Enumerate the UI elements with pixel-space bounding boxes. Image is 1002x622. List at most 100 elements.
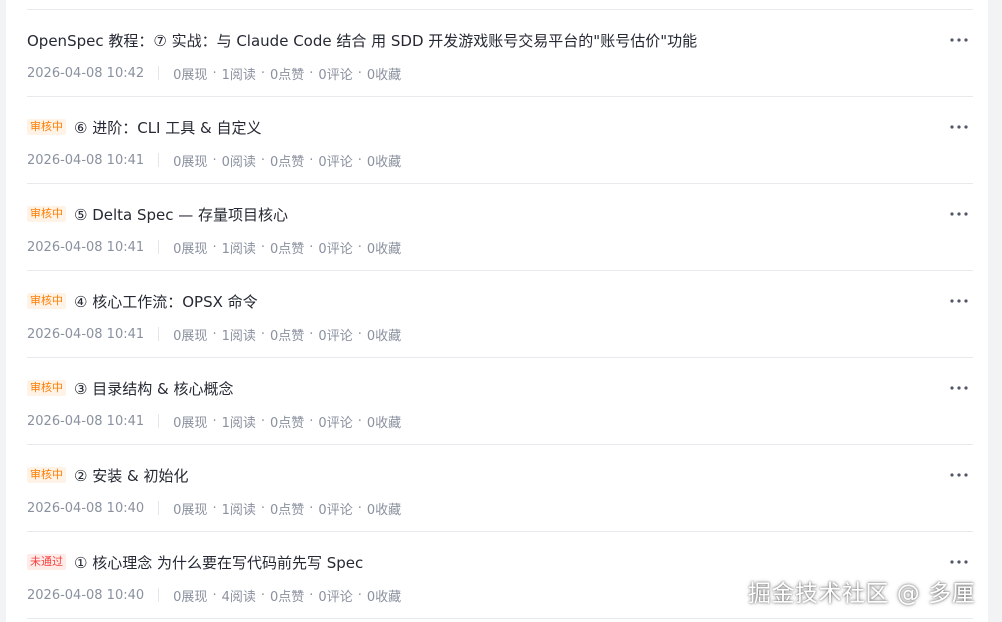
meta-dot: ·: [309, 500, 314, 516]
meta-dot: ·: [260, 239, 265, 255]
comment-count: 0评论: [318, 328, 353, 344]
meta-dot: ·: [357, 239, 362, 255]
status-badge: 审核中: [27, 467, 66, 483]
article-title-row: 审核中 ② 安装 & 初始化: [27, 463, 188, 487]
meta-dot: ·: [212, 239, 217, 255]
meta-dot: ·: [212, 413, 217, 429]
meta-divider: [158, 414, 160, 428]
article-title[interactable]: OpenSpec 教程：⑦ 实战：与 Claude Code 结合 用 SDD …: [27, 30, 697, 51]
read-count: 1阅读: [221, 67, 256, 83]
publish-date: 2026-04-08 10:40: [27, 500, 145, 516]
comment-count: 0评论: [318, 241, 353, 257]
article-title[interactable]: ⑥ 进阶：CLI 工具 & 自定义: [74, 117, 261, 138]
article-title[interactable]: ④ 核心工作流：OPSX 命令: [74, 291, 258, 312]
comment-count: 0评论: [318, 415, 353, 431]
meta-divider: [158, 66, 160, 80]
publish-date: 2026-04-08 10:40: [27, 587, 145, 603]
comment-count: 0评论: [318, 154, 353, 170]
meta-dot: ·: [357, 500, 362, 516]
read-count: 0阅读: [221, 154, 256, 170]
article-item: 审核中 ⑤ Delta Spec — 存量项目核心 2026-04-08 10:…: [27, 184, 973, 271]
favorite-count: 0收藏: [366, 415, 402, 431]
meta-divider: [158, 327, 160, 341]
view-count: 0展现: [173, 589, 208, 605]
article-title[interactable]: ① 核心理念 为什么要在写代码前先写 Spec: [74, 552, 363, 573]
meta-dot: ·: [260, 65, 265, 81]
status-badge: 未通过: [27, 554, 66, 570]
meta-divider: [158, 153, 160, 167]
article-meta: 2026-04-08 10:41 0展现 · 1阅读 · 0点赞 · 0评论 ·…: [27, 412, 402, 431]
article-item: 审核中 ② 安装 & 初始化 2026-04-08 10:40 0展现 · 1阅…: [27, 445, 973, 532]
article-title-row: OpenSpec 教程：⑦ 实战：与 Claude Code 结合 用 SDD …: [27, 28, 697, 52]
more-horizontal-icon[interactable]: [947, 550, 971, 574]
comment-count: 0评论: [318, 502, 353, 518]
like-count: 0点赞: [270, 589, 305, 605]
read-count: 4阅读: [221, 589, 256, 605]
article-item: 审核中 ⑥ 进阶：CLI 工具 & 自定义 2026-04-08 10:41 0…: [27, 97, 973, 184]
article-item: 审核中 ③ 目录结构 & 核心概念 2026-04-08 10:41 0展现 ·…: [27, 358, 973, 445]
view-count: 0展现: [173, 241, 208, 257]
meta-dot: ·: [260, 587, 265, 603]
more-horizontal-icon[interactable]: [947, 463, 971, 487]
article-title-row: 审核中 ⑥ 进阶：CLI 工具 & 自定义: [27, 115, 261, 139]
publish-date: 2026-04-08 10:41: [27, 152, 145, 168]
status-badge: 审核中: [27, 206, 66, 222]
article-meta: 2026-04-08 10:41 0展现 · 1阅读 · 0点赞 · 0评论 ·…: [27, 325, 402, 344]
status-badge: 审核中: [27, 293, 66, 309]
meta-dot: ·: [309, 413, 314, 429]
meta-dot: ·: [260, 326, 265, 342]
read-count: 1阅读: [221, 328, 256, 344]
like-count: 0点赞: [270, 241, 305, 257]
view-count: 0展现: [173, 415, 208, 431]
favorite-count: 0收藏: [366, 328, 402, 344]
comment-count: 0评论: [318, 67, 353, 83]
article-list: OpenSpec 教程：⑦ 实战：与 Claude Code 结合 用 SDD …: [27, 9, 973, 619]
article-title-row: 审核中 ④ 核心工作流：OPSX 命令: [27, 289, 258, 313]
meta-dot: ·: [357, 587, 362, 603]
read-count: 1阅读: [221, 241, 256, 257]
article-title[interactable]: ② 安装 & 初始化: [74, 465, 188, 486]
meta-dot: ·: [212, 500, 217, 516]
article-meta: 2026-04-08 10:42 0展现 · 1阅读 · 0点赞 · 0评论 ·…: [27, 64, 402, 83]
article-list-panel: OpenSpec 教程：⑦ 实战：与 Claude Code 结合 用 SDD …: [6, 0, 988, 622]
read-count: 1阅读: [221, 502, 256, 518]
meta-dot: ·: [357, 326, 362, 342]
publish-date: 2026-04-08 10:41: [27, 326, 145, 342]
meta-dot: ·: [260, 500, 265, 516]
meta-dot: ·: [357, 413, 362, 429]
more-horizontal-icon[interactable]: [947, 376, 971, 400]
article-meta: 2026-04-08 10:41 0展现 · 1阅读 · 0点赞 · 0评论 ·…: [27, 238, 401, 257]
favorite-count: 0收藏: [366, 154, 402, 170]
more-horizontal-icon[interactable]: [947, 28, 971, 52]
article-title[interactable]: ③ 目录结构 & 核心概念: [74, 378, 233, 399]
like-count: 0点赞: [270, 328, 305, 344]
view-count: 0展现: [173, 67, 208, 83]
like-count: 0点赞: [270, 415, 305, 431]
article-item: OpenSpec 教程：⑦ 实战：与 Claude Code 结合 用 SDD …: [27, 10, 973, 97]
status-badge: 审核中: [27, 119, 66, 135]
like-count: 0点赞: [270, 67, 305, 83]
comment-count: 0评论: [318, 589, 353, 605]
meta-dot: ·: [309, 65, 314, 81]
more-horizontal-icon[interactable]: [947, 289, 971, 313]
more-horizontal-icon[interactable]: [947, 202, 971, 226]
meta-dot: ·: [212, 152, 217, 168]
meta-divider: [158, 588, 160, 602]
article-meta: 2026-04-08 10:40 0展现 · 4阅读 · 0点赞 · 0评论 ·…: [27, 586, 402, 605]
meta-dot: ·: [309, 239, 314, 255]
favorite-count: 0收藏: [366, 67, 402, 83]
view-count: 0展现: [173, 502, 208, 518]
meta-dot: ·: [357, 65, 362, 81]
meta-dot: ·: [212, 65, 217, 81]
meta-dot: ·: [357, 152, 362, 168]
meta-dot: ·: [309, 326, 314, 342]
meta-divider: [158, 240, 160, 254]
status-badge: 审核中: [27, 380, 66, 396]
more-horizontal-icon[interactable]: [947, 115, 971, 139]
meta-dot: ·: [260, 152, 265, 168]
view-count: 0展现: [173, 328, 208, 344]
favorite-count: 0收藏: [366, 589, 402, 605]
article-title[interactable]: ⑤ Delta Spec — 存量项目核心: [74, 204, 288, 225]
read-count: 1阅读: [221, 415, 256, 431]
article-meta: 2026-04-08 10:40 0展现 · 1阅读 · 0点赞 · 0评论 ·…: [27, 499, 401, 518]
